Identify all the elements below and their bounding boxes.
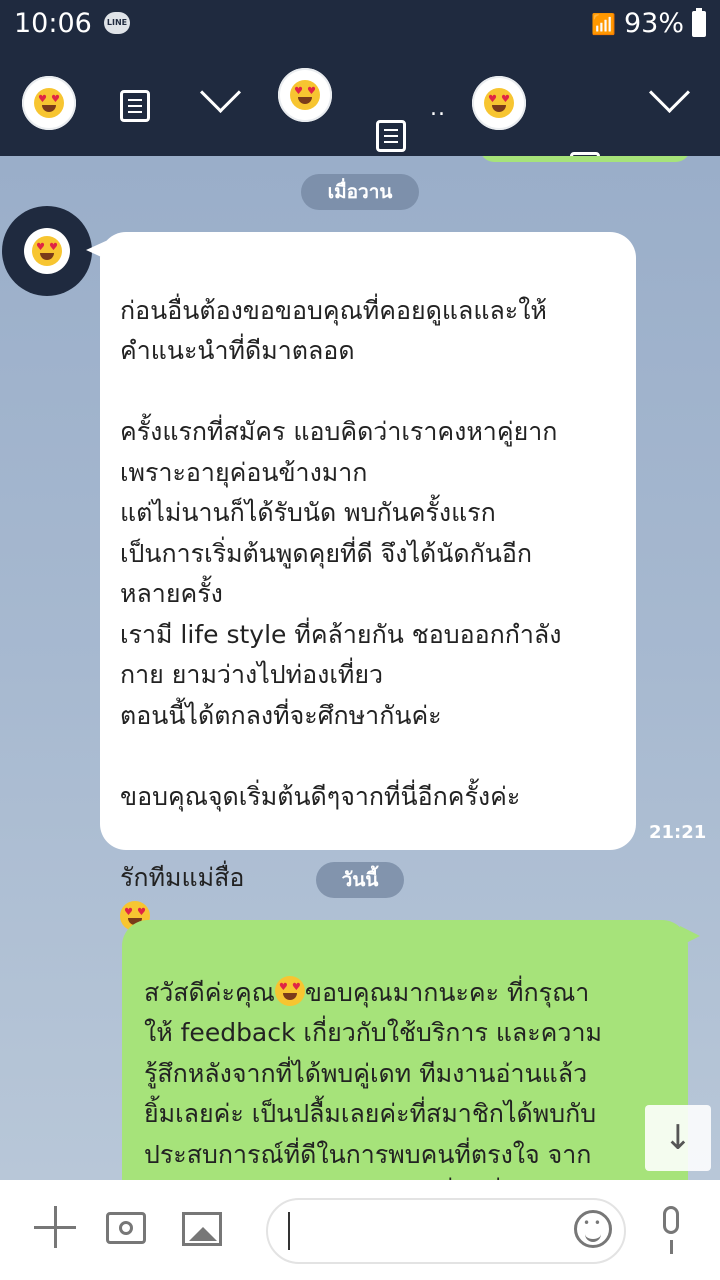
outgoing-message-bubble[interactable]: สวัสดีค่ะคุณ ♥ ♥ ขอบคุณมากนะคะ ที่กรุณา ให้…: [122, 920, 700, 1180]
battery-percent: 93%: [623, 8, 684, 39]
date-separator: เมื่อวาน: [301, 174, 419, 210]
plus-icon[interactable]: [34, 1206, 76, 1248]
previous-message-bubble: [480, 156, 690, 162]
microphone-icon[interactable]: [656, 1206, 686, 1256]
heart-eyes-emoji-icon: ♥ ♥: [32, 236, 62, 266]
emoji-icon[interactable]: [574, 1210, 612, 1248]
outgoing-message-text: ขอบคุณมากนะคะ ที่กรุณา ให้ feedback เกี่…: [144, 977, 602, 1169]
status-bar: 10:06 LINE 📶 93%: [0, 0, 720, 48]
status-right: 📶 93%: [591, 7, 706, 39]
message-input-bar: [0, 1180, 720, 1280]
heart-eyes-emoji-icon: ♥ ♥: [290, 80, 320, 110]
note-icon[interactable]: [120, 90, 150, 122]
more-dots: ..: [430, 96, 446, 121]
note-icon[interactable]: [376, 120, 406, 152]
incoming-message-bubble[interactable]: ก่อนอื่นต้องขอขอบคุณที่คอยดูแลและให้ คำแ…: [86, 232, 636, 931]
text-cursor: [288, 1212, 290, 1250]
status-time: 10:06: [14, 8, 92, 39]
wifi-icon: 📶: [591, 11, 616, 36]
date-separator: วันนี้: [316, 862, 404, 898]
participant-avatar[interactable]: ♥ ♥: [472, 76, 526, 130]
arrow-down-icon: ↓: [663, 1118, 693, 1158]
battery-icon: [692, 7, 706, 37]
scroll-to-bottom-button[interactable]: ↓: [645, 1105, 711, 1171]
message-time: 21:21: [649, 822, 707, 843]
chat-header: ♥ ♥ ♥ ♥ .. ♥ ♥: [0, 48, 720, 184]
camera-icon[interactable]: [106, 1212, 146, 1244]
heart-eyes-emoji-icon: ♥ ♥: [274, 975, 305, 1006]
heart-eyes-emoji-icon: ♥ ♥: [34, 88, 64, 118]
sender-avatar[interactable]: ♥ ♥: [2, 206, 92, 296]
message-input[interactable]: [266, 1198, 626, 1264]
chevron-down-icon[interactable]: [199, 71, 242, 114]
line-notification-icon: LINE: [104, 12, 130, 34]
participant-avatar[interactable]: ♥ ♥: [278, 68, 332, 122]
participant-avatar[interactable]: ♥ ♥: [22, 76, 76, 130]
chat-area[interactable]: เมื่อวาน ♥ ♥ ก่อนอื่นต้องขอขอบคุณที่คอยดู…: [0, 156, 720, 1180]
chevron-down-icon[interactable]: [648, 71, 691, 114]
outgoing-message-text-start: สวัสดีค่ะคุณ: [144, 977, 275, 1007]
heart-eyes-emoji-icon: ♥ ♥: [484, 88, 514, 118]
image-icon[interactable]: [182, 1212, 222, 1246]
incoming-message-text: ก่อนอื่นต้องขอขอบคุณที่คอยดูแลและให้ คำแ…: [120, 295, 562, 892]
